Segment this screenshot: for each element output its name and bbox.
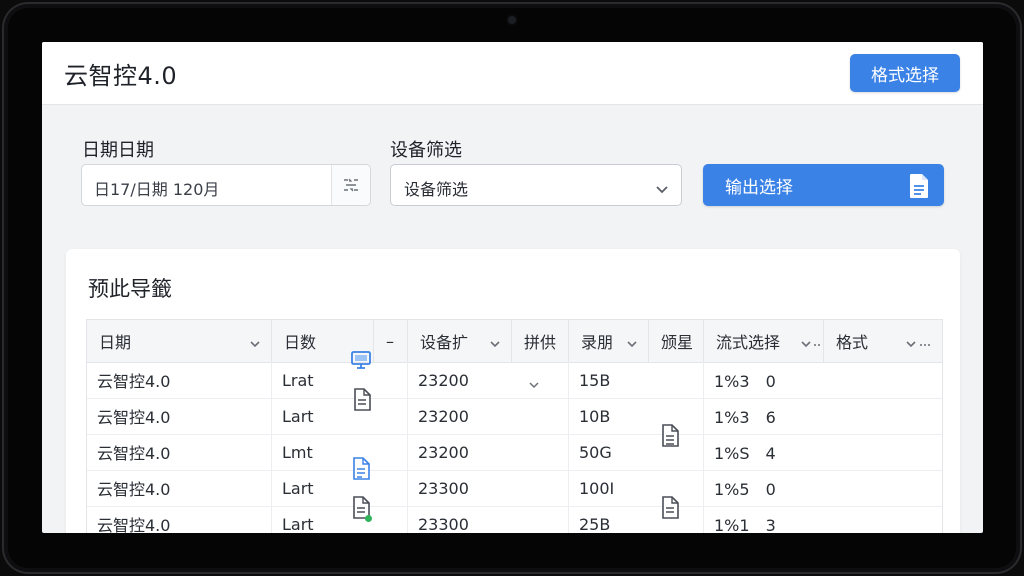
document-icon[interactable] [660,424,680,452]
cell-device: 23200 [408,362,569,398]
cell-device: 23200 [408,398,569,434]
cell-device: 23300 [408,506,569,533]
cell-days: Lart [272,398,408,434]
column-header-label: 录朋 [581,333,614,352]
column-header-format[interactable]: 格式 [824,320,942,362]
app-screen: 云智控4.0 格式选择 日期日期 设备筛选 日17/日期 120月 设备筛选 输… [42,42,983,533]
status-dot [365,515,372,522]
cell-days: Lart [272,470,408,506]
date-filter-label: 日期日期 [82,140,154,161]
column-header-label: 日期 [99,333,132,352]
chevron-down-icon [801,334,821,353]
table-row[interactable]: 云智控4.0 Lart 23200 10B 1%3 6 [87,398,942,435]
table-row[interactable]: 云智控4.0 Lart 23300 25B 1%1 3 [87,506,942,533]
cell-ratio: 1%S 4 [714,444,776,463]
column-header-label: – [386,331,394,351]
cell-name: 云智控4.0 [87,434,272,470]
table-row[interactable]: 云智控4.0 Lmt 23200 50G 1%S 4 [87,434,942,471]
table-header: 日期 日数 – 设备扩 拼供 录朋 颁星 流式选择 格式 [87,320,942,363]
export-select-button[interactable]: 输出选择 [703,164,944,206]
export-button-label: 输出选择 [725,177,793,198]
app-title: 云智控4.0 [64,62,178,90]
cell-name: 云智控4.0 [87,470,272,506]
cell-days: Lrat [272,362,408,398]
preview-title: 预此导籤 [88,277,172,301]
date-range-value: 日17/日期 120月 [94,180,220,199]
preview-table: 日期 日数 – 设备扩 拼供 录朋 颁星 流式选择 格式 云智控4.0 Lrat… [86,319,943,533]
device-filter-value: 设备筛选 [404,180,469,199]
table-row[interactable]: 云智控4.0 Lart 23300 100I 1%5 0 [87,470,942,507]
cell-size: 100I [569,470,704,506]
chevron-down-icon [626,334,638,353]
device-filter-select[interactable]: 设备筛选 [390,164,682,206]
column-header-label: 格式 [836,333,869,352]
device-filter-label: 设备筛选 [390,140,462,161]
camera [508,16,516,24]
column-header-col7[interactable]: 颁星 [649,320,704,362]
filter-icon[interactable] [331,165,370,205]
app-header: 云智控4.0 格式选择 [42,42,983,105]
column-header-col6[interactable]: 录朋 [569,320,649,362]
cell-size: 25B [569,506,704,533]
chevron-down-icon[interactable] [528,375,540,394]
cell-size: 15B [569,362,704,398]
cell-ratio: 1%3 0 [714,372,776,391]
column-header-label: 流式选择 [716,333,781,352]
cell-name: 云智控4.0 [87,398,272,434]
date-range-field[interactable]: 日17/日期 120月 [81,164,371,206]
cell-device: 23300 [408,470,569,506]
chevron-down-icon [906,334,932,353]
cell-days: Lart [272,506,408,533]
document-icon[interactable] [660,496,680,524]
monitor-icon[interactable] [350,349,372,375]
column-header-col5[interactable]: 拼供 [512,320,569,362]
column-header-device[interactable]: 设备扩 [408,320,512,362]
column-header-label: 颁星 [661,333,694,352]
cell-size: 50G [569,434,704,470]
cell-device: 23200 [408,434,569,470]
cell-name: 云智控4.0 [87,506,272,533]
document-icon[interactable] [352,388,372,416]
column-header-dash[interactable]: – [374,320,408,362]
export-preview-card: 预此导籤 日期 日数 – 设备扩 拼供 录朋 颁星 流式选择 格式 云智控4.0… [66,249,960,533]
chevron-down-icon [489,334,501,353]
column-header-stream-select[interactable]: 流式选择 [704,320,824,362]
chevron-down-icon [655,179,669,198]
cell-ratio: 1%3 6 [714,408,776,427]
document-icon [908,173,930,204]
cell-size: 10B [569,398,704,434]
format-select-button[interactable]: 格式选择 [850,54,960,92]
chevron-down-icon [249,334,261,353]
column-header-date[interactable]: 日期 [87,320,272,362]
cell-days: Lmt [272,434,408,470]
column-header-label: 日数 [284,333,317,352]
table-row[interactable]: 云智控4.0 Lrat 23200 15B 1%3 0 [87,362,942,399]
column-header-label: 拼供 [524,333,557,352]
cell-ratio: 1%1 3 [714,516,776,533]
column-header-label: 设备扩 [420,333,469,352]
cell-name: 云智控4.0 [87,362,272,398]
document-icon[interactable] [351,457,371,485]
cell-ratio: 1%5 0 [714,480,776,499]
